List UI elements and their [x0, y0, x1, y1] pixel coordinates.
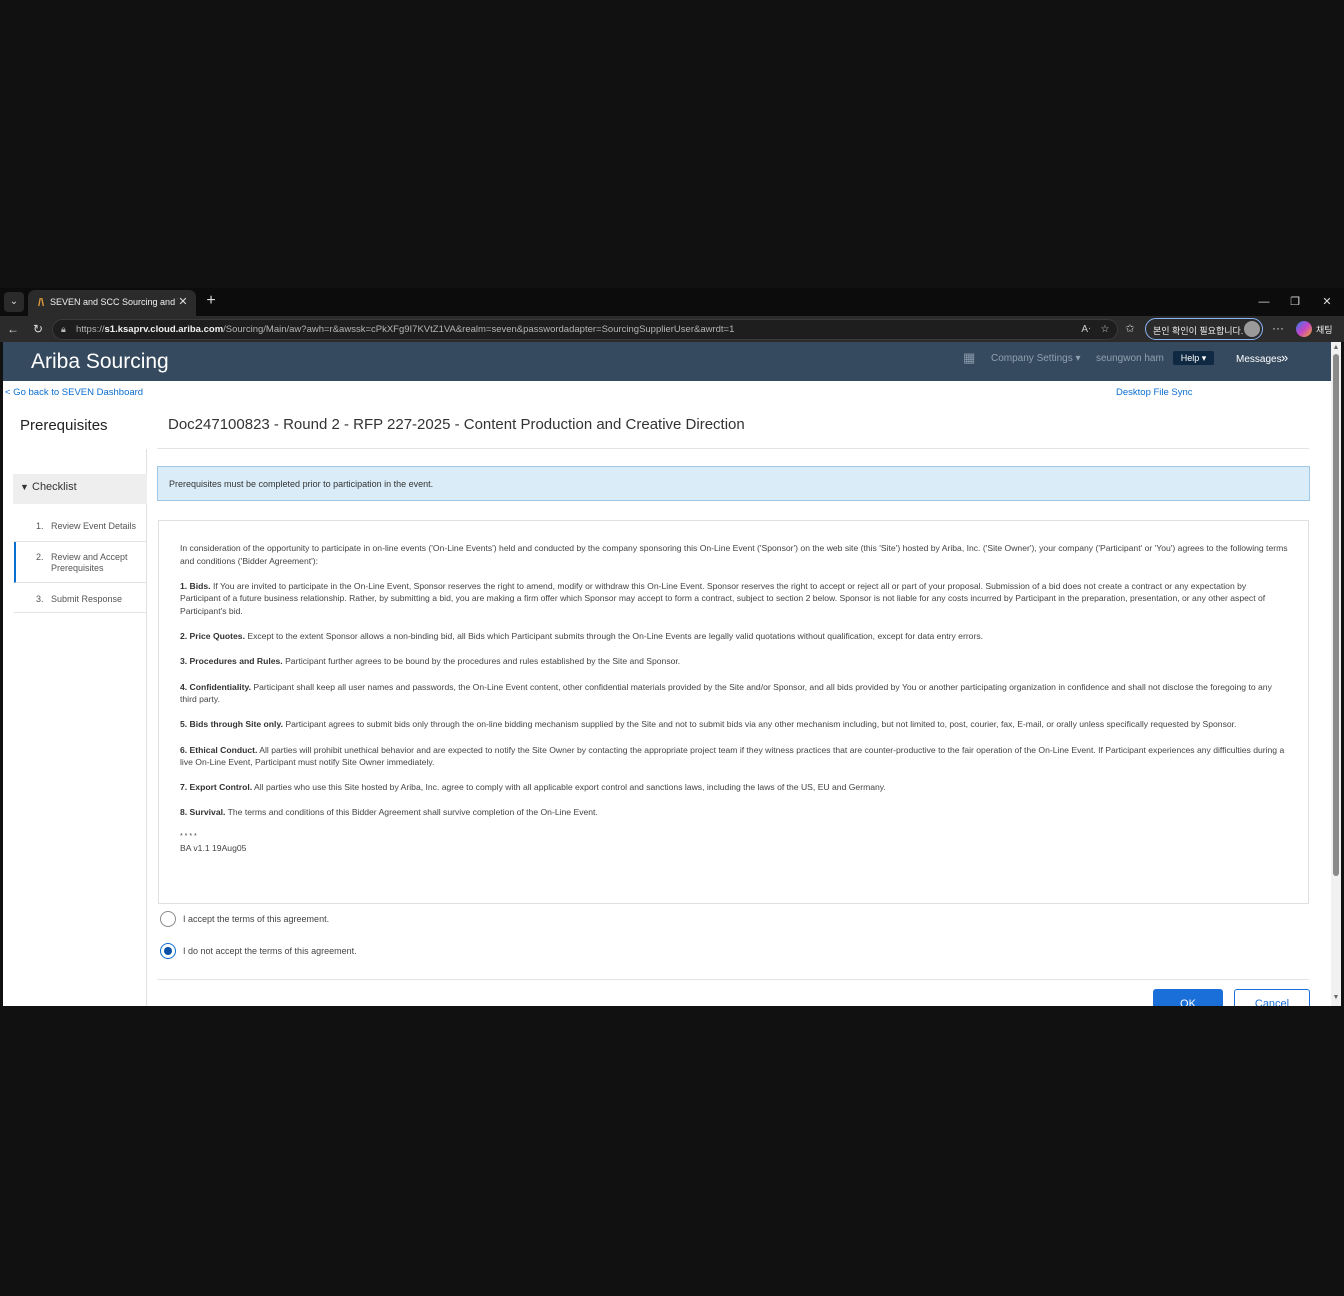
scroll-down-arrow-icon[interactable]: ▼	[1331, 994, 1341, 1002]
double-chevron-right-icon[interactable]: »	[1281, 351, 1288, 365]
title-divider	[157, 448, 1309, 449]
terms-separator-stars: * * * *	[180, 832, 197, 840]
document-title: Doc247100823 - Round 2 - RFP 227-2025 - …	[168, 416, 745, 433]
bidder-agreement-box: In consideration of the opportunity to p…	[158, 520, 1309, 904]
identity-verification-button[interactable]: 본인 확인이 필요합니다.	[1145, 318, 1263, 340]
page-title: Prerequisites	[20, 417, 108, 434]
read-aloud-icon[interactable]: Aᐧ	[1079, 323, 1093, 337]
tab-list-chevron-icon[interactable]: ⌄	[4, 292, 24, 312]
help-button[interactable]: Help ▾	[1173, 351, 1214, 365]
copilot-label[interactable]: 채팅	[1316, 323, 1333, 336]
company-settings-menu[interactable]: Company Settings ▾	[991, 353, 1081, 364]
app-header: Ariba Sourcing ▦ Company Settings ▾ seun…	[3, 342, 1331, 381]
more-options-icon[interactable]: ···	[1270, 320, 1286, 338]
back-to-dashboard-link[interactable]: < Go back to SEVEN Dashboard	[5, 387, 143, 398]
info-banner: Prerequisites must be completed prior to…	[157, 466, 1310, 501]
ariba-app: Ariba Sourcing ▦ Company Settings ▾ seun…	[3, 342, 1331, 1006]
terms-section-bids: 1. Bids. If You are invited to participa…	[180, 580, 1266, 616]
terms-intro: In consideration of the opportunity to p…	[180, 543, 1288, 566]
accept-radio[interactable]	[160, 911, 176, 927]
terms-section-ethical-conduct: 6. Ethical Conduct. All parties will pro…	[180, 744, 1285, 768]
scroll-up-arrow-icon[interactable]: ▲	[1331, 344, 1341, 352]
checklist-toggle[interactable]: ▼ Checklist	[13, 474, 147, 504]
checklist-step-review-accept-prerequisites[interactable]: 2. Review and Accept Prerequisites	[14, 542, 147, 583]
page-scrollbar[interactable]: ▲ ▼	[1331, 342, 1341, 1006]
terms-section-price-quotes: 2. Price Quotes. Except to the extent Sp…	[180, 631, 984, 642]
brand-title: Ariba Sourcing	[31, 350, 169, 373]
ok-button[interactable]: OK	[1153, 989, 1223, 1006]
bidder-agreement-text: In consideration of the opportunity to p…	[180, 542, 1288, 854]
terms-section-procedures: 3. Procedures and Rules. Participant fur…	[180, 656, 681, 667]
minimize-icon[interactable]: —	[1255, 294, 1273, 310]
desktop-file-sync-link[interactable]: Desktop File Sync	[1116, 387, 1193, 398]
profile-avatar	[1244, 321, 1260, 337]
user-name-menu[interactable]: seungwon ham	[1096, 353, 1164, 364]
favorite-star-icon[interactable]: ☆	[1098, 323, 1112, 337]
terms-section-confidentiality: 4. Confidentiality. Participant shall ke…	[180, 681, 1272, 705]
checklist-sidebar: ▼ Checklist 1. Review Event Details 2. R…	[3, 449, 147, 1006]
back-arrow-icon[interactable]: ←	[4, 320, 22, 338]
url-input[interactable]: 🔒︎ https://s1.ksaprv.cloud.ariba.com/Sou…	[52, 319, 1118, 340]
tab-close-icon[interactable]: ✕	[176, 295, 190, 309]
lock-icon: 🔒︎	[61, 324, 66, 334]
screen-top-backdrop	[0, 0, 1344, 288]
terms-section-survival: 8. Survival. The terms and conditions of…	[180, 807, 598, 818]
restore-icon[interactable]: ❐	[1286, 294, 1304, 310]
app-grid-icon[interactable]: ▦	[963, 351, 977, 365]
browser-tab-bar: ⌄ /\ SEVEN and SCC Sourcing and Vendor ✕…	[0, 288, 1344, 316]
refresh-icon[interactable]: ↻	[29, 320, 47, 338]
browser-tab[interactable]: /\ SEVEN and SCC Sourcing and Vendor ✕	[28, 290, 196, 316]
checklist-step-review-event-details[interactable]: 1. Review Event Details	[14, 512, 147, 542]
decline-radio[interactable]	[160, 943, 176, 959]
ariba-favicon-icon: /\	[37, 297, 45, 309]
terms-section-bids-site-only: 5. Bids through Site only. Participant a…	[180, 719, 1237, 730]
copilot-icon[interactable]	[1296, 321, 1312, 337]
triangle-down-icon: ▼	[20, 482, 29, 492]
url-text: https://s1.ksaprv.cloud.ariba.com/Sourci…	[76, 324, 735, 335]
scroll-thumb[interactable]	[1333, 354, 1339, 876]
window-close-icon[interactable]: ✕	[1318, 294, 1336, 310]
terms-version: BA v1.1 19Aug05	[180, 842, 247, 853]
favorites-icon[interactable]: ✩	[1122, 321, 1138, 337]
checklist-step-submit-response[interactable]: 3. Submit Response	[14, 583, 147, 613]
screen-bottom-backdrop	[0, 1008, 1344, 1296]
new-tab-plus-icon[interactable]: +	[202, 292, 220, 310]
messages-link[interactable]: Messages	[1236, 354, 1282, 365]
cancel-button[interactable]: Cancel	[1234, 989, 1310, 1006]
footer-divider	[157, 979, 1309, 980]
tab-title: SEVEN and SCC Sourcing and Vendor	[50, 297, 178, 307]
browser-address-bar: ← ↻ 🔒︎ https://s1.ksaprv.cloud.ariba.com…	[0, 316, 1344, 342]
terms-section-export-control: 7. Export Control. All parties who use t…	[180, 782, 886, 793]
